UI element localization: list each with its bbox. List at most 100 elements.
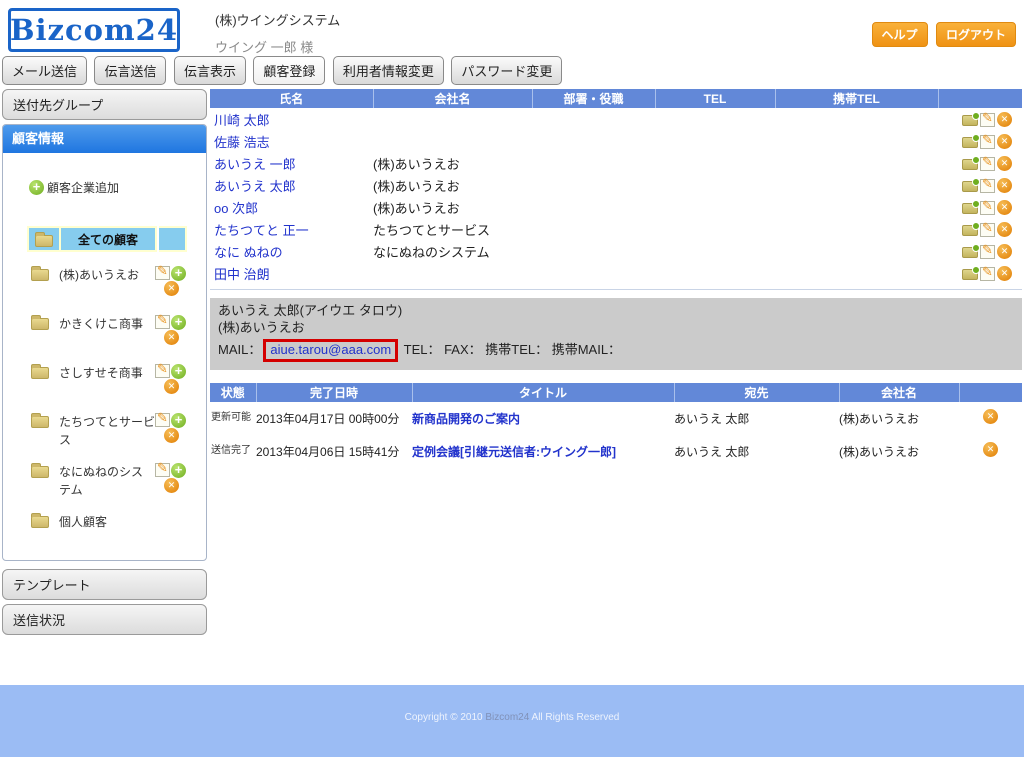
- folder-label[interactable]: さしすせそ商事: [59, 364, 155, 382]
- logo: Bizcom24: [8, 8, 180, 52]
- add-icon: [29, 180, 44, 195]
- edit-icon[interactable]: [980, 201, 995, 215]
- tab-user-info-change[interactable]: 利用者情報変更: [333, 56, 444, 85]
- tab-message-view[interactable]: 伝言表示: [174, 56, 246, 85]
- edit-icon[interactable]: [980, 157, 995, 171]
- customer-name-link[interactable]: 川崎 太郎: [214, 113, 270, 128]
- customer-name-link[interactable]: 佐藤 浩志: [214, 135, 270, 150]
- folder-all-customers[interactable]: 全ての顧客: [27, 226, 187, 252]
- edit-icon[interactable]: [980, 267, 995, 281]
- delete-icon[interactable]: [997, 112, 1012, 127]
- add-icon[interactable]: [171, 463, 186, 478]
- delete-icon[interactable]: [164, 428, 179, 443]
- other-contact-fields: TEL： FAX： 携帯TEL： 携帯MAIL：: [404, 342, 621, 357]
- contact-card-icon[interactable]: [962, 203, 978, 214]
- delete-icon[interactable]: [997, 244, 1012, 259]
- contact-card-icon[interactable]: [962, 115, 978, 126]
- table-row: 川崎 太郎: [210, 108, 1022, 130]
- delete-icon[interactable]: [983, 442, 998, 457]
- folder-label[interactable]: たちつてとサービス: [59, 413, 155, 449]
- message-datetime: 2013年04月06日 15時41分: [256, 435, 412, 468]
- delete-icon[interactable]: [164, 379, 179, 394]
- detail-company: (株)あいうえお: [218, 320, 1014, 337]
- col-recipient: 宛先: [674, 383, 839, 402]
- add-customer-company-button[interactable]: 顧客企業追加: [29, 179, 206, 196]
- col-tel: TEL: [655, 89, 775, 108]
- customer-name-link[interactable]: たちつてと 正一: [214, 223, 309, 238]
- folder-label[interactable]: 個人顧客: [59, 513, 155, 531]
- contact-card-icon[interactable]: [962, 225, 978, 236]
- app-window: Bizcom24 (株)ウイングシステム ウイング 一郎 様 ヘルプ ログアウト…: [0, 0, 1024, 766]
- customer-name-link[interactable]: なに ぬねの: [214, 245, 283, 260]
- customer-name-link[interactable]: あいうえ 一郎: [214, 157, 296, 172]
- sidebar: 送付先グループ 顧客情報 顧客企業追加 全ての顧客 (株)あいうえお: [2, 89, 207, 639]
- contact-card-icon[interactable]: [962, 137, 978, 148]
- delete-icon[interactable]: [997, 156, 1012, 171]
- delete-icon[interactable]: [997, 266, 1012, 281]
- main-content: 氏名 会社名 部署・役職 TEL 携帯TEL 川崎 太郎: [210, 89, 1022, 468]
- contact-card-icon[interactable]: [962, 269, 978, 280]
- folder-icon: [31, 367, 49, 379]
- folder-item: かきくけこ商事: [31, 315, 206, 350]
- delete-icon[interactable]: [164, 330, 179, 345]
- delete-icon[interactable]: [997, 222, 1012, 237]
- delete-icon[interactable]: [164, 281, 179, 296]
- col-actions: [938, 89, 1022, 108]
- delete-icon[interactable]: [164, 478, 179, 493]
- folder-label[interactable]: かきくけこ商事: [59, 315, 155, 333]
- edit-icon[interactable]: [980, 179, 995, 193]
- tab-message-send[interactable]: 伝言送信: [94, 56, 166, 85]
- contact-card-icon[interactable]: [962, 159, 978, 170]
- edit-icon[interactable]: [980, 135, 995, 149]
- folder-actions: [155, 315, 197, 350]
- edit-icon[interactable]: [980, 223, 995, 237]
- message-company: (株)あいうえお: [839, 435, 959, 468]
- customer-info-panel: 顧客情報 顧客企業追加 全ての顧客 (株)あいうえお かきく: [2, 124, 207, 561]
- sidebar-item-send-groups[interactable]: 送付先グループ: [2, 89, 207, 120]
- customer-name-link[interactable]: 田中 治朗: [214, 267, 270, 282]
- col-actions: [959, 383, 1022, 402]
- sidebar-item-templates[interactable]: テンプレート: [2, 569, 207, 600]
- email-link[interactable]: aiue.tarou@aaa.com: [270, 342, 391, 357]
- add-icon[interactable]: [171, 364, 186, 379]
- table-row: なに ぬねの なにぬねのシステム: [210, 240, 1022, 262]
- copyright-text: Copyright © 2010 Bizcom24 All Rights Res…: [405, 712, 620, 723]
- edit-icon[interactable]: [155, 266, 170, 280]
- add-icon[interactable]: [171, 266, 186, 281]
- logout-button[interactable]: ログアウト: [936, 22, 1016, 47]
- tab-mail-send[interactable]: メール送信: [2, 56, 87, 85]
- folder-icon-cell: [27, 226, 59, 252]
- add-icon[interactable]: [171, 413, 186, 428]
- contact-card-icon[interactable]: [962, 181, 978, 192]
- delete-icon[interactable]: [997, 178, 1012, 193]
- folder-label[interactable]: なにぬねのシステム: [59, 463, 155, 499]
- add-icon[interactable]: [171, 315, 186, 330]
- edit-icon[interactable]: [155, 364, 170, 378]
- col-title: タイトル: [412, 383, 674, 402]
- contact-card-icon[interactable]: [962, 247, 978, 258]
- tab-customer-register[interactable]: 顧客登録: [253, 56, 325, 85]
- col-mobile: 携帯TEL: [775, 89, 938, 108]
- delete-icon[interactable]: [997, 200, 1012, 215]
- message-recipient: あいうえ 太郎: [674, 402, 839, 435]
- customer-company: (株)あいうえお: [373, 174, 532, 196]
- sidebar-item-send-status[interactable]: 送信状況: [2, 604, 207, 635]
- edit-icon[interactable]: [980, 245, 995, 259]
- edit-icon[interactable]: [980, 113, 995, 127]
- edit-icon[interactable]: [155, 463, 170, 477]
- message-title-link[interactable]: 新商品開発のご案内: [412, 412, 520, 426]
- customer-name-link[interactable]: あいうえ 太郎: [214, 179, 296, 194]
- folder-all-customers-label: 全ての顧客: [59, 226, 157, 252]
- customer-name-link[interactable]: oo 次郎: [214, 201, 258, 216]
- delete-icon[interactable]: [997, 134, 1012, 149]
- delete-icon[interactable]: [983, 409, 998, 424]
- tab-password-change[interactable]: パスワード変更: [451, 56, 562, 85]
- customer-company: (株)あいうえお: [373, 152, 532, 174]
- help-button[interactable]: ヘルプ: [872, 22, 928, 47]
- folder-label[interactable]: (株)あいうえお: [59, 266, 155, 284]
- col-department: 部署・役職: [532, 89, 655, 108]
- edit-icon[interactable]: [155, 315, 170, 329]
- message-title-link[interactable]: 定例会議[引継元送信者:ウイング一郎]: [412, 445, 616, 459]
- edit-icon[interactable]: [155, 413, 170, 427]
- customer-table: 氏名 会社名 部署・役職 TEL 携帯TEL 川崎 太郎: [210, 89, 1022, 284]
